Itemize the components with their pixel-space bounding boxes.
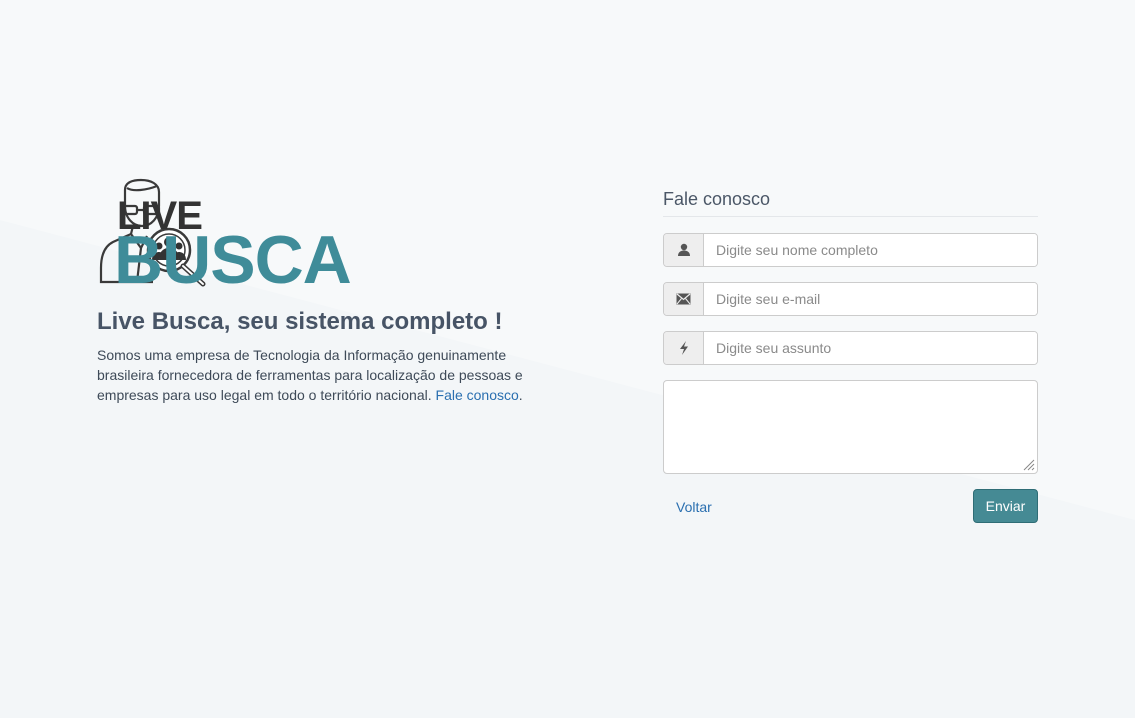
resize-handle-icon[interactable]: [1021, 457, 1035, 471]
subject-input-group: [663, 331, 1038, 365]
submit-button[interactable]: Enviar: [973, 489, 1038, 523]
company-description: Somos uma empresa de Tecnologia da Infor…: [97, 345, 537, 405]
form-divider: [663, 216, 1038, 217]
logo-text-busca: BUSCA: [114, 222, 352, 298]
email-field[interactable]: [704, 283, 1037, 315]
description-end: .: [518, 387, 523, 403]
page-headline: Live Busca, seu sistema completo !: [97, 308, 503, 335]
name-input-group: [663, 233, 1038, 267]
envelope-icon: [664, 283, 704, 315]
form-title: Fale conosco: [663, 189, 771, 209]
message-field[interactable]: [663, 380, 1038, 474]
flash-icon: [664, 332, 704, 364]
back-link[interactable]: Voltar: [676, 499, 712, 515]
user-icon: [664, 234, 704, 266]
name-field[interactable]: [704, 234, 1037, 266]
contact-link[interactable]: Fale conosco: [436, 387, 519, 403]
subject-field[interactable]: [704, 332, 1037, 364]
email-input-group: [663, 282, 1038, 316]
